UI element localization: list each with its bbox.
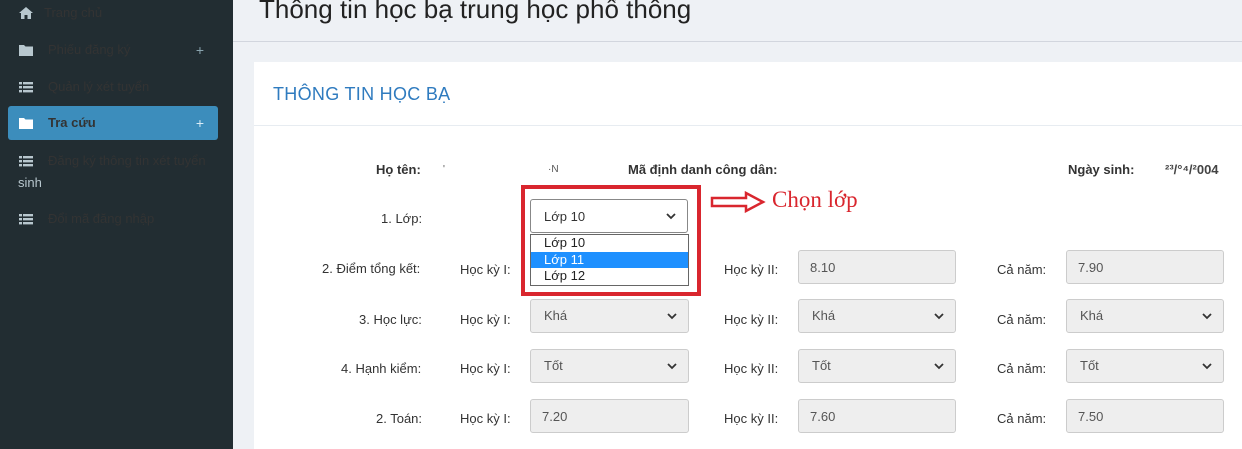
hk1-label: Học kỳ I:	[460, 411, 511, 426]
hk2-label: Học kỳ II:	[724, 411, 779, 426]
sidebar-item-label: Trang chủ	[44, 5, 103, 20]
hk1-label: Học kỳ I:	[460, 312, 511, 327]
list-icon	[19, 214, 33, 225]
select-value: Khá	[812, 308, 836, 323]
header-divider	[233, 41, 1242, 42]
row-label-toan: 2. Toán:	[376, 411, 423, 426]
hoc-luc-hk1-select[interactable]: Khá	[530, 299, 689, 333]
annotation-highlight-box	[521, 185, 701, 296]
row-label-hoc-luc: 3. Học lực:	[359, 312, 422, 327]
sidebar-item-label: Quản lý xét tuyển	[48, 79, 150, 94]
panel-header: THÔNG TIN HỌC BẠ	[254, 62, 1242, 126]
field-value: 7.50	[1078, 409, 1104, 424]
class-label: 1. Lớp:	[381, 211, 423, 226]
field-value: 7.90	[1078, 260, 1104, 275]
name-label: Họ tên:	[376, 162, 421, 177]
folder-icon	[19, 118, 33, 129]
dob-label: Ngày sinh:	[1068, 162, 1135, 177]
select-value: Khá	[544, 308, 568, 323]
hk1-label: Học kỳ I:	[460, 361, 511, 376]
ca-nam-label: Cả năm:	[997, 411, 1047, 426]
hk2-label: Học kỳ II:	[724, 312, 779, 327]
sidebar-item-label: Đăng ký thông tin xét tuyển	[48, 153, 206, 168]
select-value: Tốt	[544, 358, 563, 373]
home-icon	[19, 7, 33, 19]
chevron-down-icon	[934, 363, 944, 370]
expand-icon[interactable]: +	[196, 114, 204, 132]
sidebar-item-label: Phiếu đăng ký	[48, 42, 131, 57]
sidebar-item-phieu-dang-ky[interactable]: Phiếu đăng ký +	[8, 41, 218, 59]
toan-hk1-field[interactable]: 7.20	[530, 399, 689, 433]
sidebar-item-label-line2: sinh	[18, 175, 42, 190]
hk2-label: Học kỳ II:	[724, 262, 779, 277]
diem-tong-ket-hk2-field[interactable]: 8.10	[798, 250, 956, 284]
chevron-down-icon	[667, 363, 677, 370]
expand-icon[interactable]: +	[196, 41, 204, 59]
sidebar-item-dang-ky-thong-tin[interactable]: Đăng ký thông tin xét tuyển sinh	[8, 152, 218, 192]
list-icon	[19, 82, 33, 93]
hk2-label: Học kỳ II:	[724, 361, 779, 376]
field-value: 7.20	[542, 409, 568, 424]
name-value-fragment: ·N	[548, 164, 559, 175]
hanh-kiem-hk2-select[interactable]: Tốt	[798, 349, 956, 383]
chevron-down-icon	[1202, 313, 1212, 320]
sidebar-item-trang-chu[interactable]: Trang chủ	[8, 4, 218, 22]
list-icon	[19, 156, 33, 167]
sidebar-item-tra-cuu[interactable]: Tra cứu +	[8, 106, 218, 140]
hanh-kiem-hk1-select[interactable]: Tốt	[530, 349, 689, 383]
select-value: Tốt	[812, 358, 831, 373]
row-label-diem-tong-ket: 2. Điểm tổng kết:	[322, 261, 421, 276]
annotation-arrow-icon	[710, 191, 766, 213]
hoc-luc-ca-nam-select[interactable]: Khá	[1066, 299, 1224, 333]
diem-tong-ket-ca-nam-field[interactable]: 7.90	[1066, 250, 1224, 284]
ca-nam-label: Cả năm:	[997, 262, 1047, 277]
toan-hk2-field[interactable]: 7.60	[798, 399, 956, 433]
sidebar-item-label: Tra cứu	[48, 115, 96, 130]
select-value: Tốt	[1080, 358, 1099, 373]
chevron-down-icon	[934, 313, 944, 320]
annotation-text: Chọn lớp	[772, 187, 858, 212]
page-title: Thông tin học bạ trung học phổ thông	[259, 0, 692, 24]
sidebar-item-label: Đổi mã đăng nhập	[48, 211, 155, 226]
sidebar-item-quan-ly-xet-tuyen[interactable]: Quản lý xét tuyển	[8, 78, 218, 96]
ca-nam-label: Cả năm:	[997, 361, 1047, 376]
row-label-hanh-kiem: 4. Hạnh kiểm:	[341, 361, 422, 376]
panel-title: THÔNG TIN HỌC BẠ	[273, 84, 451, 104]
hk1-label: Học kỳ I:	[460, 262, 511, 277]
sidebar-item-doi-ma-dang-nhap[interactable]: Đổi mã đăng nhập	[8, 210, 218, 228]
field-value: 8.10	[810, 260, 836, 275]
citizen-id-label: Mã định danh công dân:	[628, 162, 778, 177]
dob-value: ²³/°⁴/²004	[1165, 162, 1219, 177]
chevron-down-icon	[667, 313, 677, 320]
field-value: 7.60	[810, 409, 836, 424]
sidebar: Trang chủ Phiếu đăng ký + Quản lý xét tu…	[0, 0, 233, 449]
chevron-down-icon	[1202, 363, 1212, 370]
select-value: Khá	[1080, 308, 1104, 323]
hanh-kiem-ca-nam-select[interactable]: Tốt	[1066, 349, 1224, 383]
name-value-fragment: '	[443, 164, 445, 175]
ca-nam-label: Cả năm:	[997, 312, 1047, 327]
toan-ca-nam-field[interactable]: 7.50	[1066, 399, 1224, 433]
hoc-luc-hk2-select[interactable]: Khá	[798, 299, 956, 333]
folder-icon	[19, 45, 33, 56]
